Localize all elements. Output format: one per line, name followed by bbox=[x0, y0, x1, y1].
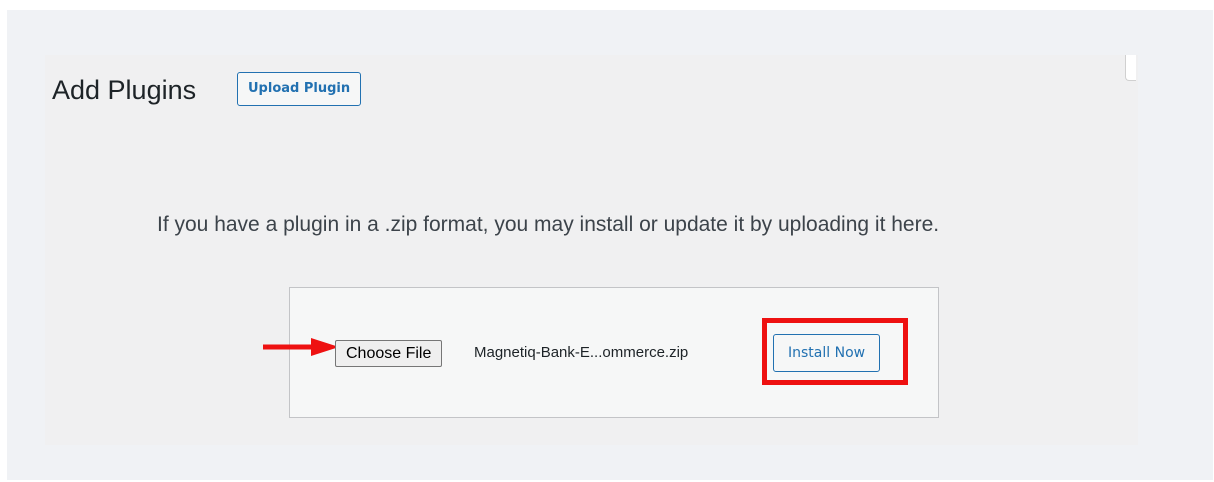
page-title: Add Plugins bbox=[52, 75, 197, 105]
selected-file-name: Magnetiq-Bank-E...ommerce.zip bbox=[474, 344, 689, 361]
upload-help-text: If you have a plugin in a .zip format, y… bbox=[157, 213, 940, 236]
right-arrow-icon bbox=[263, 338, 339, 356]
install-now-button[interactable]: Install Now bbox=[773, 334, 881, 372]
screen-options-tab[interactable] bbox=[1125, 55, 1136, 81]
choose-file-button[interactable]: Choose File bbox=[335, 340, 443, 367]
upload-plugin-button[interactable]: Upload Plugin bbox=[237, 72, 362, 106]
